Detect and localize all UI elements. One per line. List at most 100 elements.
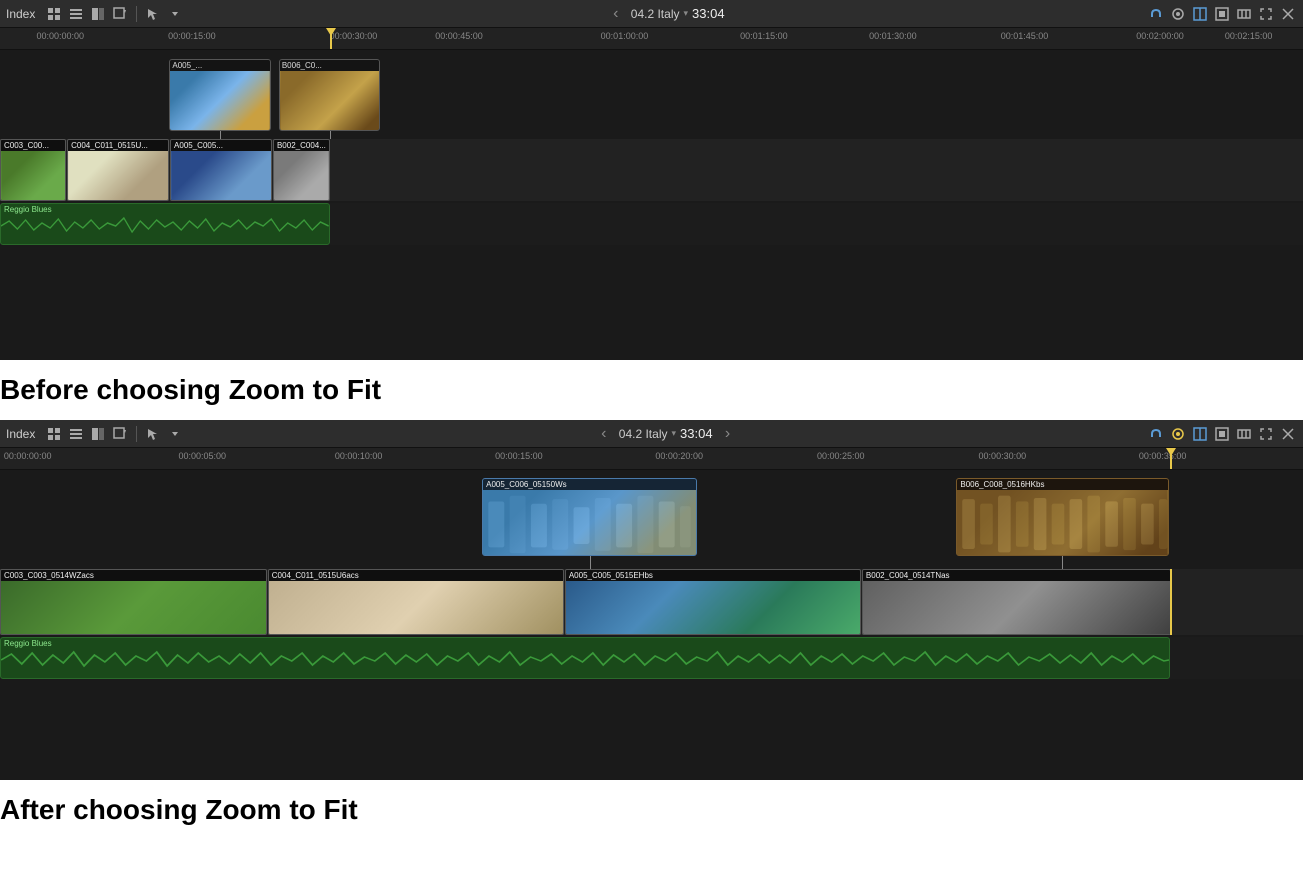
b-ruler-0: 00:00:00:00 — [4, 451, 52, 461]
top-toolbar-right — [1147, 5, 1297, 23]
tool-dropdown-icon[interactable] — [166, 5, 184, 23]
bottom-skimming-icon[interactable] — [1213, 425, 1231, 443]
top-audio-track: Reggio Blues — [0, 203, 1303, 245]
bottom-track-area: A005_C006_05150Ws — [0, 474, 1303, 764]
bottom-primary-playhead — [1170, 569, 1172, 635]
top-project-name[interactable]: 04.2 Italy — [631, 7, 680, 21]
before-label-text: Before choosing Zoom to Fit — [0, 374, 381, 405]
bottom-project-caret[interactable]: ▾ — [671, 428, 676, 439]
top-audio-reggio[interactable]: Reggio Blues — [0, 203, 330, 245]
bottom-audio-icon[interactable] — [1169, 425, 1187, 443]
toolbar-sep-1 — [136, 6, 137, 22]
bottom-waveform — [1, 649, 1169, 671]
bottom-chevron-left[interactable]: ‹ — [595, 425, 613, 443]
select-tool-icon[interactable] — [144, 5, 162, 23]
bottom-fullscreen-icon[interactable] — [1257, 425, 1275, 443]
b-ruler-7: 00:00:35:00 — [1139, 451, 1187, 461]
bottom-clip-b006[interactable]: B006_C008_0516HKbs — [956, 478, 1168, 556]
b-ruler-6: 00:00:30:00 — [979, 451, 1027, 461]
ruler-mark-1: 00:00:15:00 — [168, 31, 216, 41]
top-skimming-icon[interactable] — [1213, 5, 1231, 23]
bottom-toolbar: Index ‹ 04.2 Italy ▾ 33:04 › — [0, 420, 1303, 448]
top-audio-icon[interactable] — [1169, 5, 1187, 23]
top-toolbar: Index ‹ 04.2 Italy ▾ 33:04 — [0, 0, 1303, 28]
bottom-primary-a005[interactable]: A005_C005_0515EHbs — [565, 569, 861, 635]
top-fullscreen-icon[interactable] — [1257, 5, 1275, 23]
top-primary-c003[interactable]: C003_C00... — [0, 139, 66, 201]
bottom-a005-preview — [483, 490, 696, 556]
bottom-clip-a005[interactable]: A005_C006_05150Ws — [482, 478, 697, 556]
ruler-mark-0: 00:00:00:00 — [36, 31, 84, 41]
bottom-primary-c003[interactable]: C003_C003_0514WZacs — [0, 569, 267, 635]
ruler-mark-2: 00:00:30:00 — [330, 31, 378, 41]
bottom-list-view-icon[interactable] — [67, 425, 85, 443]
b-ruler-4: 00:00:20:00 — [655, 451, 703, 461]
bottom-close-icon[interactable] — [1279, 425, 1297, 443]
bottom-timecode: 33:04 — [680, 426, 713, 441]
ruler-mark-7: 00:01:45:00 — [1001, 31, 1049, 41]
bottom-playhead — [1170, 448, 1172, 469]
b-ruler-1: 00:00:05:00 — [179, 451, 227, 461]
bottom-timeline: Index ‹ 04.2 Italy ▾ 33:04 › — [0, 420, 1303, 780]
bottom-chevron-right[interactable]: › — [719, 425, 737, 443]
ruler-mark-9: 00:02:15:00 — [1225, 31, 1273, 41]
bottom-audio-track: Reggio Blues — [0, 637, 1303, 679]
top-magnetic-icon[interactable] — [1147, 5, 1165, 23]
top-primary-b002[interactable]: B002_C004... — [273, 139, 330, 201]
top-timecode: 33:04 — [692, 6, 725, 21]
b-ruler-2: 00:00:10:00 — [335, 451, 383, 461]
dropdown-icon[interactable] — [111, 5, 129, 23]
top-index-label[interactable]: Index — [6, 7, 35, 21]
before-label: Before choosing Zoom to Fit — [0, 360, 1303, 416]
bottom-b006-preview — [957, 490, 1167, 556]
bottom-project-name[interactable]: 04.2 Italy — [619, 427, 668, 441]
bottom-select-tool[interactable] — [144, 425, 162, 443]
list-view-icon[interactable] — [67, 5, 85, 23]
bottom-solo-icon[interactable] — [1235, 425, 1253, 443]
bottom-snap-icon[interactable] — [1191, 425, 1209, 443]
top-clip-a005[interactable]: A005_... — [169, 59, 271, 131]
b-ruler-5: 00:00:25:00 — [817, 451, 865, 461]
bottom-toolbar-right — [1147, 425, 1297, 443]
ruler-mark-4: 00:01:00:00 — [601, 31, 649, 41]
bottom-primary-b002[interactable]: B002_C004_0514TNas — [862, 569, 1171, 635]
ruler-mark-3: 00:00:45:00 — [435, 31, 483, 41]
top-primary-clips: C003_C00... C004_C011_0515U... A005_C005… — [0, 139, 1303, 201]
angle-view-icon[interactable] — [89, 5, 107, 23]
top-timeline: Index ‹ 04.2 Italy ▾ 33:04 — [0, 0, 1303, 360]
bottom-connected-clips: A005_C006_05150Ws — [0, 474, 1303, 569]
bottom-angle-icon[interactable] — [89, 425, 107, 443]
bottom-primary-c004[interactable]: C004_C011_0515U6acs — [268, 569, 564, 635]
bottom-tc-display: 04.2 Italy ▾ 33:04 — [619, 426, 713, 441]
top-chevron-left[interactable]: ‹ — [607, 5, 625, 23]
after-label: After choosing Zoom to Fit — [0, 780, 1303, 836]
ruler-mark-5: 00:01:15:00 — [740, 31, 788, 41]
top-toolbar-center: ‹ 04.2 Italy ▾ 33:04 — [188, 5, 1143, 23]
bottom-audio-reggio[interactable]: Reggio Blues — [0, 637, 1170, 679]
top-solo-icon[interactable] — [1235, 5, 1253, 23]
bottom-toolbar-sep — [136, 426, 137, 442]
ruler-mark-6: 00:01:30:00 — [869, 31, 917, 41]
top-close-icon[interactable] — [1279, 5, 1297, 23]
bottom-ruler: 00:00:00:00 00:00:05:00 00:00:10:00 00:0… — [0, 448, 1303, 470]
ruler-mark-8: 00:02:00:00 — [1136, 31, 1184, 41]
bottom-clip-view-icon[interactable] — [45, 425, 63, 443]
top-primary-a005[interactable]: A005_C005... — [170, 139, 272, 201]
bottom-tool-dropdown[interactable] — [166, 425, 184, 443]
bottom-primary-clips: C003_C003_0514WZacs C004_C011_0515U6acs … — [0, 569, 1303, 635]
b-ruler-3: 00:00:15:00 — [495, 451, 543, 461]
top-track-area: A005_... B006_C0... C003_C00... C004_C01… — [0, 54, 1303, 344]
bottom-magnetic-icon[interactable] — [1147, 425, 1165, 443]
bottom-clip-dropdown[interactable] — [111, 425, 129, 443]
top-tc-display: 04.2 Italy ▾ 33:04 — [631, 6, 725, 21]
top-connected-clips: A005_... B006_C0... — [0, 54, 1303, 139]
top-ruler: 00:00:00:00 00:00:15:00 00:00:30:00 00:0… — [0, 28, 1303, 50]
clip-view-icon[interactable] — [45, 5, 63, 23]
top-primary-c004[interactable]: C004_C011_0515U... — [67, 139, 169, 201]
after-label-text: After choosing Zoom to Fit — [0, 794, 358, 825]
top-snap-icon[interactable] — [1191, 5, 1209, 23]
bottom-index-label[interactable]: Index — [6, 427, 35, 441]
top-clip-b006[interactable]: B006_C0... — [279, 59, 381, 131]
top-playhead — [330, 28, 332, 49]
top-project-caret[interactable]: ▾ — [683, 8, 688, 19]
